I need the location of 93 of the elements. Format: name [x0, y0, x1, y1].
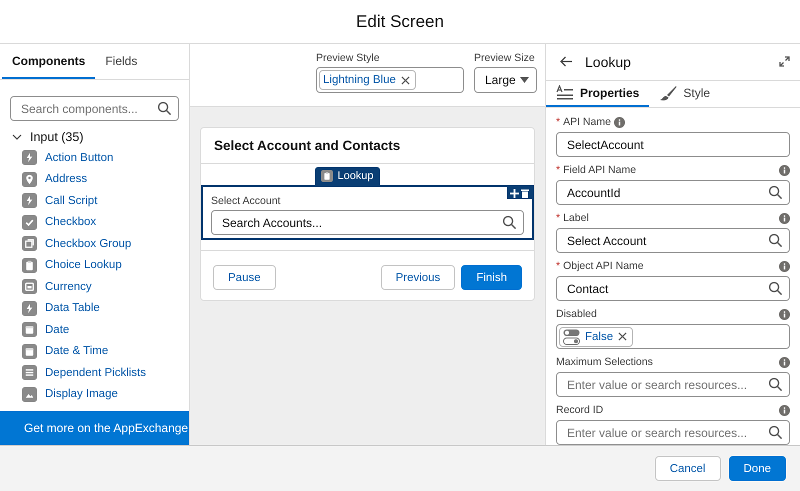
- info-icon[interactable]: [779, 404, 790, 416]
- checkbox-icon: [22, 214, 37, 230]
- clipboard-icon: [22, 258, 37, 273]
- stacked-checkbox-icon: [22, 236, 37, 252]
- search-icon[interactable]: [157, 101, 172, 116]
- tab[interactable]: Style: [649, 80, 720, 107]
- search-icon[interactable]: [502, 215, 517, 230]
- component-link[interactable]: Call Script: [45, 194, 98, 207]
- field-label: Select Account: [211, 195, 282, 207]
- component-link[interactable]: Checkbox Group: [45, 238, 132, 250]
- image-icon: [22, 386, 37, 402]
- input-field[interactable]: Enter value or search resources...: [556, 420, 790, 445]
- required-marker: *: [556, 212, 560, 224]
- component-badge: Lookup: [315, 167, 380, 185]
- info-icon[interactable]: [779, 308, 790, 320]
- search-icon[interactable]: [768, 185, 783, 200]
- close-icon[interactable]: [618, 332, 628, 341]
- field-label: Object API Name: [563, 260, 644, 272]
- info-icon[interactable]: [779, 164, 790, 176]
- bolt-icon: [22, 193, 37, 208]
- input-field[interactable]: False: [556, 324, 790, 349]
- component-link[interactable]: Data Table: [45, 302, 100, 314]
- panel-title: Lookup: [585, 54, 632, 70]
- primary-button[interactable]: Finish: [461, 265, 522, 290]
- calendar-icon: [22, 322, 37, 338]
- bolt-icon: [22, 300, 37, 316]
- dropdown-icon: [520, 77, 529, 83]
- secondary-button[interactable]: Previous: [380, 265, 456, 290]
- back-icon[interactable]: [560, 56, 573, 68]
- list-icon: [22, 365, 37, 380]
- primary-button[interactable]: Done: [728, 456, 786, 481]
- toggle-icon: [563, 328, 580, 344]
- info-icon[interactable]: [779, 212, 790, 224]
- section-header[interactable]: Input (35): [0, 127, 189, 147]
- component-link[interactable]: Dependent Picklists: [45, 366, 146, 379]
- field-label: Disabled: [556, 308, 597, 320]
- input-field[interactable]: Contact: [556, 276, 790, 301]
- secondary-button[interactable]: Pause: [213, 265, 276, 290]
- close-icon[interactable]: [400, 76, 410, 84]
- bolt-icon: [22, 150, 37, 166]
- trash-icon[interactable]: [521, 188, 529, 198]
- info-icon[interactable]: [779, 356, 790, 368]
- required-marker: *: [556, 116, 560, 128]
- component-link[interactable]: Address: [45, 173, 88, 186]
- component-link[interactable]: Choice Lookup: [45, 259, 122, 272]
- info-icon[interactable]: [614, 116, 625, 128]
- map-pin-icon: [22, 172, 37, 187]
- required-marker: *: [556, 164, 560, 176]
- search-field[interactable]: Search components...: [10, 96, 179, 121]
- appexchange-link[interactable]: Get more on the AppExchange: [0, 411, 189, 445]
- input-field[interactable]: Select Account: [556, 228, 790, 253]
- calendar-icon: [22, 344, 37, 359]
- tab[interactable]: Fields: [95, 44, 148, 79]
- pill[interactable]: Lightning Blue: [319, 70, 416, 90]
- text-format-icon: [556, 85, 574, 100]
- search-icon[interactable]: [768, 425, 783, 440]
- preview-style-field[interactable]: Lightning Blue: [316, 67, 464, 93]
- component-link[interactable]: Display Image: [45, 388, 118, 400]
- tab[interactable]: Properties: [546, 80, 650, 107]
- secondary-button[interactable]: Cancel: [654, 456, 720, 481]
- currency-icon: [22, 279, 37, 294]
- field-label: Record ID: [556, 404, 604, 416]
- field-label: Preview Size: [474, 52, 536, 64]
- input-field[interactable]: Enter value or search resources...: [556, 372, 790, 397]
- pill[interactable]: False: [559, 326, 634, 346]
- search-field[interactable]: Search Accounts...: [211, 210, 524, 235]
- move-icon[interactable]: [510, 188, 519, 198]
- chevron-icon: [12, 132, 22, 142]
- search-icon[interactable]: [768, 233, 783, 248]
- tab[interactable]: Components: [2, 44, 96, 79]
- input-field[interactable]: AccountId: [556, 180, 790, 205]
- input-field[interactable]: SelectAccount: [556, 132, 790, 157]
- field-label: Label: [563, 212, 589, 224]
- search-icon[interactable]: [768, 377, 783, 392]
- field-label: API Name: [563, 116, 611, 128]
- component-link[interactable]: Currency: [45, 280, 92, 293]
- preview-size-select[interactable]: Large: [474, 67, 537, 93]
- field-label: Field API Name: [563, 164, 636, 176]
- screen-title: Select Account and Contacts: [214, 138, 400, 153]
- component-link[interactable]: Checkbox: [45, 216, 96, 228]
- required-marker: *: [556, 260, 560, 272]
- clipboard-icon: [321, 170, 334, 182]
- expand-icon[interactable]: [779, 56, 790, 68]
- paintbrush-icon: [659, 84, 678, 101]
- component-link[interactable]: Action Button: [45, 152, 114, 164]
- component-link[interactable]: Date & Time: [45, 345, 108, 358]
- field-label: Maximum Selections: [556, 356, 653, 368]
- info-icon[interactable]: [779, 260, 790, 272]
- component-link[interactable]: Date: [45, 324, 70, 336]
- selected-component[interactable]: Select Account Search Accounts...: [201, 185, 534, 240]
- window-title: Edit Screen: [356, 12, 444, 32]
- field-label: Preview Style: [316, 52, 381, 64]
- search-icon[interactable]: [768, 281, 783, 296]
